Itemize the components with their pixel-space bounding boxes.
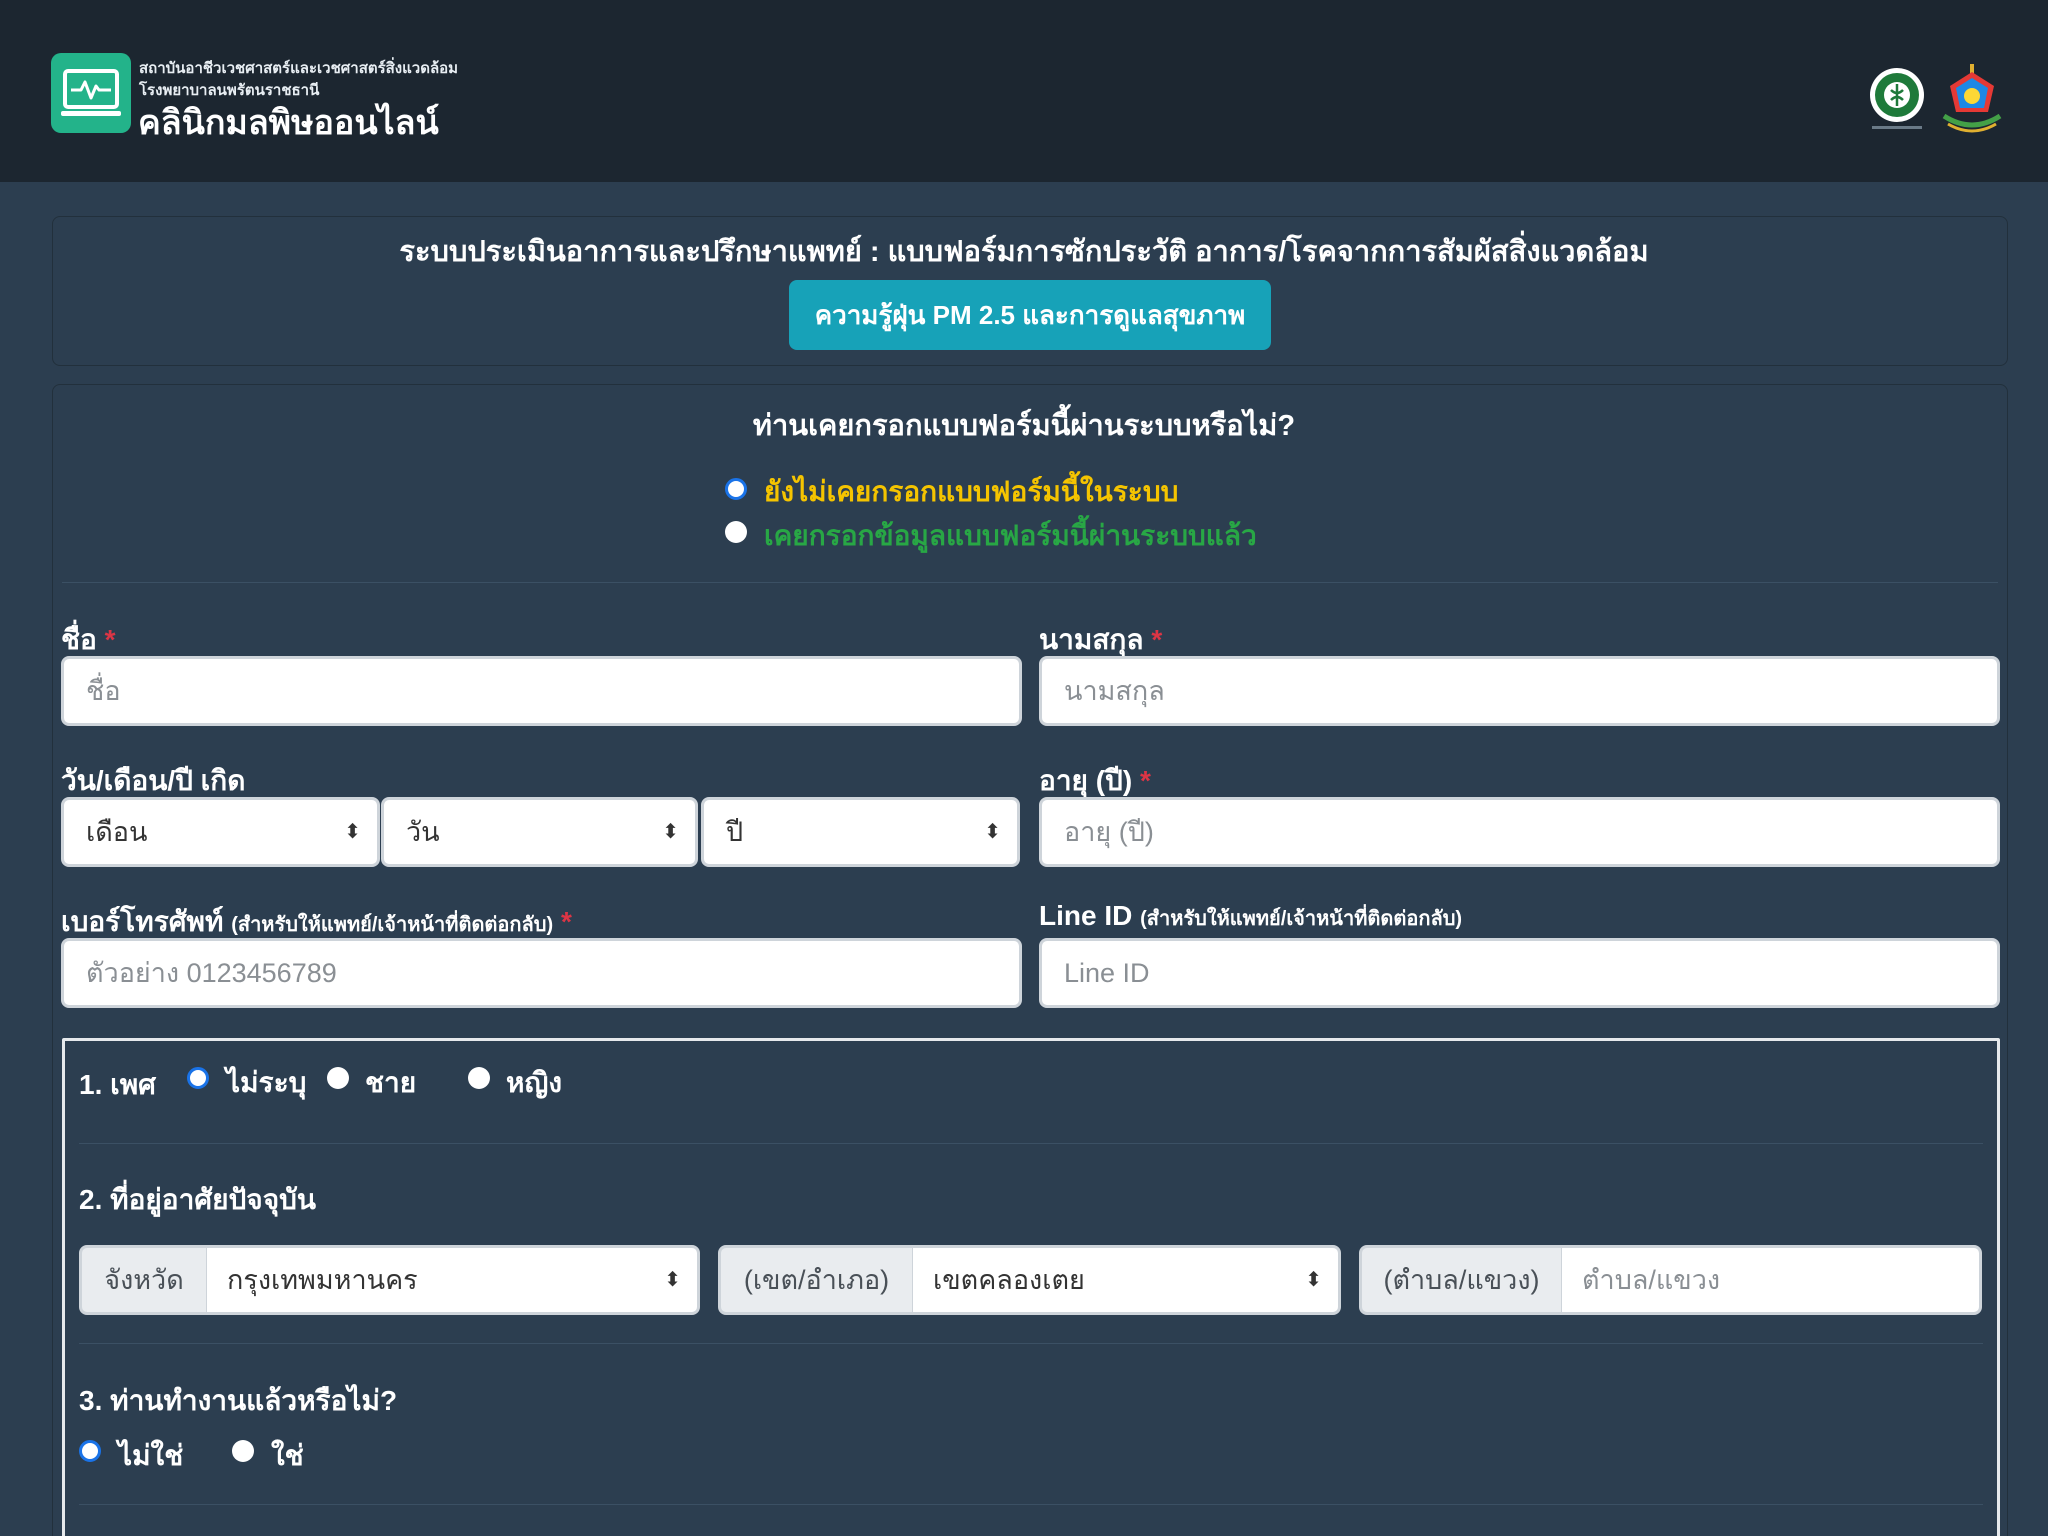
required-marker: * bbox=[104, 624, 116, 655]
birth-year-select[interactable]: ปี ⬍ bbox=[701, 797, 1020, 867]
option-already-filled-label[interactable]: เคยกรอกข้อมูลแบบฟอร์มนี้ผ่านระบบแล้ว bbox=[764, 514, 1257, 558]
required-marker: * bbox=[1139, 765, 1151, 796]
divider bbox=[79, 1343, 1983, 1344]
employed-yes-label[interactable]: ใช่ bbox=[271, 1434, 304, 1478]
institute-name: สถาบันอาชีวเวชศาสตร์และเวชศาสตร์สิ่งแวดล… bbox=[139, 60, 459, 77]
line-id-label: Line ID (สำหรับให้แพทย์/เจ้าหน้าที่ติดต่… bbox=[1039, 900, 1462, 934]
select-arrows-icon: ⬍ bbox=[984, 821, 1001, 843]
select-arrows-icon: ⬍ bbox=[344, 821, 361, 843]
radio-employed-yes[interactable] bbox=[232, 1440, 254, 1462]
q1-gender-label: 1. เพศ bbox=[79, 1069, 156, 1100]
phone-note: (สำหรับให้แพทย์/เจ้าหน้าที่ติดต่อกลับ) bbox=[231, 914, 554, 936]
employed-no-label[interactable]: ไม่ใช่ bbox=[118, 1434, 183, 1478]
line-id-note: (สำหรับให้แพทย์/เจ้าหน้าที่ติดต่อกลับ) bbox=[1140, 908, 1463, 930]
first-name-label-text: ชื่อ bbox=[61, 624, 97, 655]
birth-day-select[interactable]: วัน ⬍ bbox=[381, 797, 698, 867]
phone-input[interactable] bbox=[61, 938, 1022, 1008]
required-marker: * bbox=[560, 906, 572, 937]
pm25-info-button[interactable]: ความรู้ฝุ่น PM 2.5 และการดูแลสุขภาพ bbox=[789, 280, 1271, 350]
district-select[interactable]: เขตคลองเตย ⬍ bbox=[913, 1245, 1341, 1315]
district-addon: (เขต/อำเภอ) bbox=[718, 1245, 913, 1315]
select-arrows-icon: ⬍ bbox=[1305, 1269, 1322, 1291]
age-input[interactable] bbox=[1039, 797, 2000, 867]
site-title[interactable]: คลินิกมลพิษออนไลน์ bbox=[138, 95, 439, 149]
line-id-input[interactable] bbox=[1039, 938, 2000, 1008]
q2-address-label: 2. ที่อยู่อาศัยปัจจุบัน bbox=[79, 1184, 317, 1215]
district-value: เขตคลองเตย bbox=[933, 1265, 1085, 1295]
gender-unspecified-label[interactable]: ไม่ระบุ bbox=[226, 1061, 306, 1105]
last-name-label-text: นามสกุล bbox=[1039, 624, 1144, 655]
phone-label-text: เบอร์โทรศัพท์ bbox=[61, 906, 224, 937]
province-value: กรุงเทพมหานคร bbox=[227, 1265, 418, 1295]
last-name-input[interactable] bbox=[1039, 656, 2000, 726]
radio-already-filled[interactable] bbox=[725, 521, 747, 543]
hospital-emblem bbox=[1938, 58, 2006, 138]
birth-month-value: เดือน bbox=[86, 817, 148, 847]
prior-form-question: ท่านเคยกรอกแบบฟอร์มนี้ผ่านระบบหรือไม่? bbox=[752, 410, 1296, 442]
select-arrows-icon: ⬍ bbox=[664, 1269, 681, 1291]
q3-employment-label: 3. ท่านทำงานแล้วหรือไม่? bbox=[79, 1385, 398, 1416]
province-addon: จังหวัด bbox=[79, 1245, 207, 1315]
radio-gender-unspecified[interactable] bbox=[187, 1067, 209, 1089]
line-id-label-text: Line ID bbox=[1039, 900, 1133, 931]
divider bbox=[79, 1504, 1983, 1505]
birth-day-value: วัน bbox=[406, 817, 440, 847]
gender-female-label[interactable]: หญิง bbox=[506, 1061, 562, 1105]
radio-gender-male[interactable] bbox=[327, 1067, 349, 1089]
ministry-of-public-health-emblem bbox=[1866, 64, 1928, 134]
radio-never-filled[interactable] bbox=[725, 478, 747, 500]
birth-month-select[interactable]: เดือน ⬍ bbox=[61, 797, 380, 867]
birth-year-value: ปี bbox=[726, 817, 744, 847]
radio-employed-no[interactable] bbox=[79, 1440, 101, 1462]
select-arrows-icon: ⬍ bbox=[662, 821, 679, 843]
heartbeat-monitor-icon[interactable] bbox=[51, 53, 131, 133]
subdistrict-addon: (ตำบล/แขวง) bbox=[1359, 1245, 1562, 1315]
form-title: ระบบประเมินอาการและปรึกษาแพทย์ : แบบฟอร์… bbox=[399, 236, 1649, 268]
divider bbox=[79, 1143, 1983, 1144]
first-name-input[interactable] bbox=[61, 656, 1022, 726]
radio-gender-female[interactable] bbox=[468, 1067, 490, 1089]
age-label-text: อายุ (ปี) bbox=[1039, 765, 1133, 796]
gender-male-label[interactable]: ชาย bbox=[365, 1061, 416, 1105]
subdistrict-input[interactable]: ตำบล/แขวง bbox=[1562, 1245, 1982, 1315]
option-never-filled-label[interactable]: ยังไม่เคยกรอกแบบฟอร์มนี้ในระบบ bbox=[764, 470, 1178, 514]
required-marker: * bbox=[1151, 624, 1163, 655]
province-select[interactable]: กรุงเทพมหานคร ⬍ bbox=[207, 1245, 700, 1315]
divider bbox=[62, 582, 1998, 583]
